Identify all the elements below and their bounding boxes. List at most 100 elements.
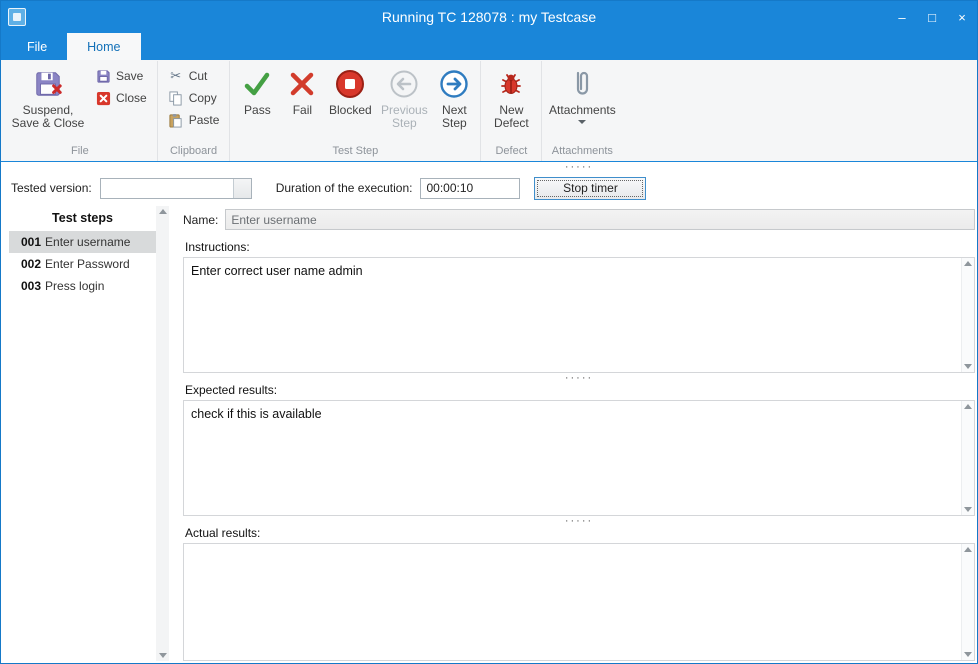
step-label: Enter username [45,235,130,249]
pass-check-icon [241,67,273,101]
previous-step-button[interactable]: Previous Step [376,63,432,132]
test-steps-header: Test steps [9,206,156,231]
main-content: Test steps 001 Enter username 002 Enter Pa… [1,204,977,663]
execution-toolbar: Tested version: Duration of the executio… [1,172,977,204]
attachments-dropdown-icon [578,120,586,124]
steps-scrollbar[interactable] [156,206,169,661]
test-steps-list: Test steps 001 Enter username 002 Enter Pa… [9,206,156,661]
actual-results-text [184,544,961,660]
paste-icon [168,112,184,128]
instructions-splitter-grip[interactable]: ····· [183,373,975,383]
paperclip-icon [566,67,598,101]
expected-results-text: check if this is available [184,401,961,515]
step-item-003[interactable]: 003 Press login [9,275,156,297]
step-item-002[interactable]: 002 Enter Password [9,253,156,275]
ribbon-group-clipboard: ✂ Cut Copy [158,61,231,161]
close-label: Close [116,91,147,105]
tested-version-combo[interactable] [100,178,252,199]
ribbon-group-file: Suspend, Save & Close Save [3,61,158,161]
scroll-down-icon[interactable] [964,507,972,512]
window-controls: – □ × [887,1,977,33]
scroll-down-icon[interactable] [159,653,167,658]
group-label-attachments: Attachments [546,143,618,161]
tab-file[interactable]: File [7,33,67,60]
stop-timer-button[interactable]: Stop timer [534,177,646,200]
tested-version-value [101,179,233,198]
tested-version-label: Tested version: [11,181,92,195]
actual-results-textarea[interactable] [183,543,975,661]
scroll-up-icon[interactable] [159,209,167,214]
step-detail-panel: Name: Enter username Instructions: Enter… [183,206,977,661]
expected-scrollbar[interactable] [961,401,974,515]
next-step-button[interactable]: Next Step [432,63,476,132]
expected-splitter-grip[interactable]: ····· [183,516,975,526]
duration-field[interactable] [420,178,520,199]
ribbon-group-test-step: Pass Fail [230,61,481,161]
group-label-file: File [7,143,153,161]
next-step-icon [438,67,470,101]
scroll-up-icon[interactable] [964,404,972,409]
copy-button[interactable]: Copy [164,89,224,107]
expected-results-textarea[interactable]: check if this is available [183,400,975,516]
previous-step-icon [388,67,420,101]
save-suspend-icon [32,67,64,101]
maximize-button[interactable]: □ [917,1,947,33]
instructions-scrollbar[interactable] [961,258,974,372]
expected-results-label: Expected results: [185,383,975,397]
cut-icon: ✂ [168,68,184,84]
fail-x-icon [286,67,318,101]
instructions-textarea[interactable]: Enter correct user name admin [183,257,975,373]
step-number: 003 [21,279,41,293]
ribbon-group-defect: New Defect Defect [481,61,542,161]
duration-label: Duration of the execution: [276,181,413,195]
name-label: Name: [183,213,218,227]
paste-label: Paste [189,113,220,127]
step-item-001[interactable]: 001 Enter username [9,231,156,253]
tab-home[interactable]: Home [67,33,140,60]
save-icon [95,68,111,84]
minimize-button[interactable]: – [887,1,917,33]
group-label-test-step: Test Step [234,143,476,161]
step-number: 002 [21,257,41,271]
ribbon-tab-row: File Home [1,33,977,60]
scroll-up-icon[interactable] [964,547,972,552]
suspend-save-close-button[interactable]: Suspend, Save & Close [7,63,89,132]
close-button[interactable]: Close [91,89,151,107]
instructions-label: Instructions: [185,240,975,254]
attachments-button[interactable]: Attachments [546,63,618,126]
scroll-down-icon[interactable] [964,652,972,657]
app-window: Running TC 128078 : my Testcase – □ × Fi… [0,0,978,664]
close-icon [95,90,111,106]
step-label: Enter Password [45,257,130,271]
save-button[interactable]: Save [91,67,151,85]
copy-icon [168,90,184,106]
pass-button[interactable]: Pass [234,63,280,119]
save-label: Save [116,69,143,83]
copy-label: Copy [189,91,217,105]
step-number: 001 [21,235,41,249]
step-name-field[interactable]: Enter username [225,209,975,230]
fail-button[interactable]: Fail [280,63,324,119]
scroll-up-icon[interactable] [964,261,972,266]
actual-scrollbar[interactable] [961,544,974,660]
bug-icon [495,67,527,101]
blocked-stop-icon [334,67,366,101]
ribbon-splitter-grip[interactable]: ····· [1,162,977,172]
close-window-button[interactable]: × [947,1,977,33]
cut-label: Cut [189,69,208,83]
ribbon: Suspend, Save & Close Save [1,60,977,162]
chevron-down-icon[interactable] [233,179,251,198]
paste-button[interactable]: Paste [164,111,224,129]
test-steps-panel: Test steps 001 Enter username 002 Enter Pa… [9,206,169,661]
blocked-button[interactable]: Blocked [324,63,376,119]
app-icon[interactable] [8,8,26,26]
ribbon-group-attachments: Attachments Attachments [542,61,622,161]
new-defect-button[interactable]: New Defect [485,63,537,132]
title-bar: Running TC 128078 : my Testcase – □ × [1,1,977,33]
window-title: Running TC 128078 : my Testcase [1,9,977,25]
group-label-clipboard: Clipboard [162,143,226,161]
step-label: Press login [45,279,104,293]
scroll-down-icon[interactable] [964,364,972,369]
cut-button[interactable]: ✂ Cut [164,67,224,85]
actual-results-label: Actual results: [185,526,975,540]
